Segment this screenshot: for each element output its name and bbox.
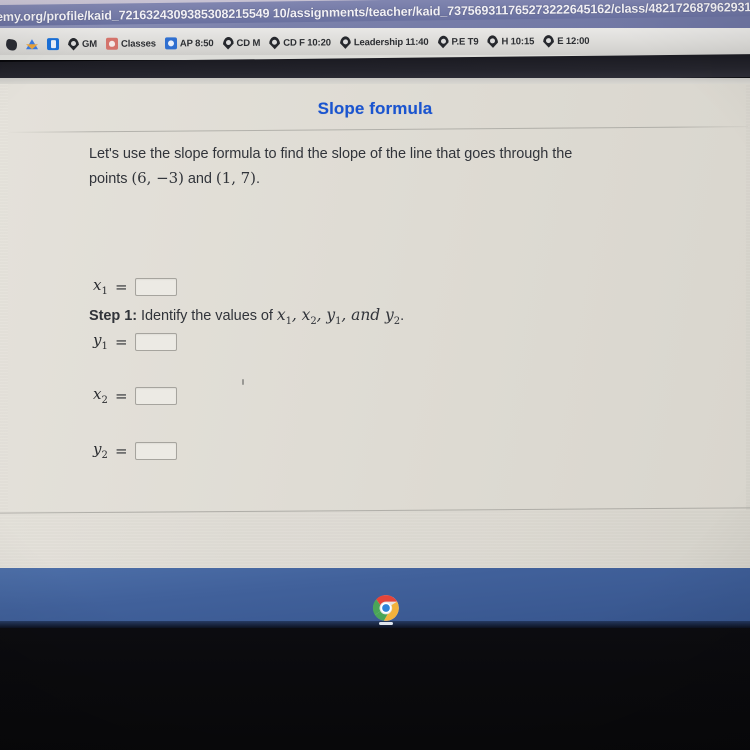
equals-sign: = xyxy=(115,277,128,296)
field-row-x2: x2 = xyxy=(93,385,177,406)
field-label-x1: x1 xyxy=(93,276,108,297)
red-square-contact-icon xyxy=(105,37,119,50)
field-label-y1: y1 xyxy=(93,331,108,352)
bookmark-label: CD F 10:20 xyxy=(283,36,331,49)
browser-address-bar[interactable]: emy.org/profile/kaid_7216324309385308215… xyxy=(0,0,750,28)
taskbar-active-indicator xyxy=(379,622,393,625)
point-two: (1, 7) xyxy=(215,169,256,187)
bookmark-item-leadership[interactable]: Leadership 11:40 xyxy=(338,34,433,50)
input-y1[interactable] xyxy=(134,332,177,351)
location-pin-icon xyxy=(269,36,280,49)
bookmarks-bar[interactable]: GM Classes AP 8:50 CD M CD F 10:20 Leade xyxy=(0,28,750,55)
google-drive-icon xyxy=(25,39,39,50)
screen-dust-speck xyxy=(242,379,244,385)
location-pin-icon xyxy=(487,35,498,48)
field-label-x2: x2 xyxy=(93,385,108,406)
step-variable-list: x1, x2, y1, and y2 xyxy=(276,306,401,328)
location-pin-icon xyxy=(340,36,351,49)
equals-sign: = xyxy=(115,332,128,351)
problem-period: . xyxy=(255,171,260,187)
point-one: (6, −3) xyxy=(131,169,184,187)
laptop-photo-screenshot: emy.org/profile/kaid_7216324309385308215… xyxy=(0,0,750,750)
dark-hexagon-icon xyxy=(5,38,18,51)
bookmark-item-classes[interactable]: Classes xyxy=(104,36,160,50)
bookmark-label: GM xyxy=(81,38,98,50)
equals-sign: = xyxy=(115,386,128,405)
bookmark-label: H 10:15 xyxy=(501,35,535,47)
input-x1[interactable] xyxy=(134,277,177,296)
bookmark-label: Leadership 11:40 xyxy=(353,36,429,48)
laptop-bezel xyxy=(0,628,750,750)
equals-sign: = xyxy=(115,441,128,460)
field-row-y1: y1 = xyxy=(93,331,177,352)
bookmark-item-cdm[interactable]: CD M xyxy=(220,35,264,50)
bookmark-item-h[interactable]: H 10:15 xyxy=(485,34,538,49)
step-period: . xyxy=(400,308,405,324)
field-row-x1: x1 = xyxy=(93,276,177,297)
bookmark-label: E 12:00 xyxy=(557,35,590,47)
bookmark-label: P.E T9 xyxy=(451,36,479,48)
bookmark-label: AP 8:50 xyxy=(179,37,214,49)
field-label-y2: y2 xyxy=(93,440,108,461)
bookmark-item-gm[interactable]: GM xyxy=(66,36,101,51)
field-row-y2: y2 = xyxy=(93,440,177,461)
location-pin-icon xyxy=(68,37,79,50)
location-pin-icon xyxy=(222,37,233,50)
location-pin-icon xyxy=(437,35,448,48)
bookmark-item-e[interactable]: E 12:00 xyxy=(541,33,593,48)
problem-conjunction: and xyxy=(183,171,216,187)
input-x2[interactable] xyxy=(134,386,177,405)
bookmark-item[interactable] xyxy=(24,38,42,50)
page-title: Slope formula xyxy=(317,99,433,118)
blue-square-contact-icon xyxy=(164,37,177,50)
step-instruction: Step 1: Identify the values of x1, x2, y… xyxy=(89,306,404,327)
step-label: Step 1: xyxy=(89,308,137,324)
problem-statement: Let's use the slope formula to find the … xyxy=(89,142,669,191)
bookmark-item-pe[interactable]: P.E T9 xyxy=(435,34,482,49)
bookmark-item[interactable] xyxy=(45,37,63,51)
step-text: Identify the values of xyxy=(137,308,277,324)
location-pin-icon xyxy=(543,35,554,48)
bookmarks-list: GM Classes AP 8:50 CD M CD F 10:20 Leade xyxy=(4,28,750,55)
bookmark-item-cdf[interactable]: CD F 10:20 xyxy=(267,35,335,50)
bookmark-label: CD M xyxy=(236,37,261,49)
bookmark-item[interactable] xyxy=(4,38,21,51)
problem-line-1: Let's use the slope formula to find the … xyxy=(89,146,573,162)
bookmark-item-overflow[interactable] xyxy=(596,33,609,48)
input-y2[interactable] xyxy=(134,441,177,460)
location-pin-icon-cut xyxy=(598,34,605,47)
chrome-icon[interactable] xyxy=(372,594,400,622)
exercise-page: Slope formula Let's use the slope formul… xyxy=(0,84,750,568)
problem-line-2-prefix: points xyxy=(89,171,132,187)
bookmark-label: Classes xyxy=(120,37,156,50)
bookmark-item-ap[interactable]: AP 8:50 xyxy=(163,36,218,50)
blue-square-doc-icon xyxy=(46,38,60,51)
